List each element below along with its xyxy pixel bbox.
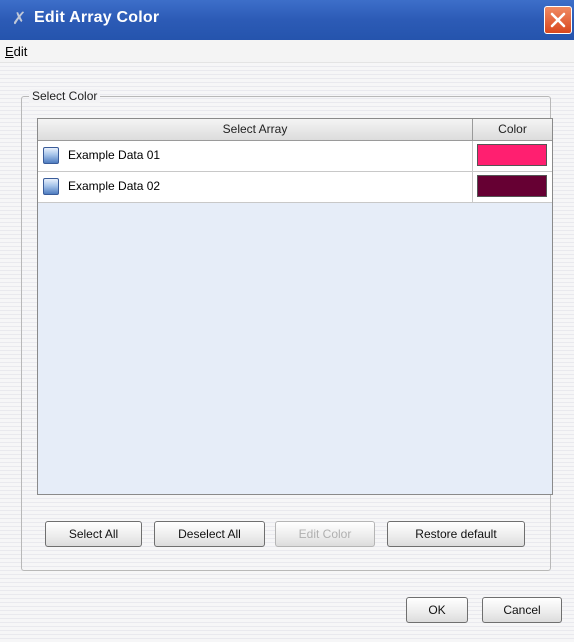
column-header-color[interactable]: Color — [473, 119, 552, 140]
array-cell[interactable]: Example Data 02 — [38, 172, 473, 202]
restore-default-button[interactable]: Restore default — [387, 521, 525, 547]
app-icon: ✗ — [12, 9, 27, 29]
array-table[interactable]: Select Array Color Example Data 01 Examp… — [37, 118, 553, 495]
array-label: Example Data 01 — [68, 148, 161, 162]
title-bar[interactable]: ✗ Edit Array Color — [0, 0, 574, 40]
cancel-button[interactable]: Cancel — [482, 597, 562, 623]
select-all-button[interactable]: Select All — [45, 521, 142, 547]
edit-array-color-window: ✗ Edit Array Color Edit Select Color Sel… — [0, 0, 574, 642]
table-row[interactable]: Example Data 02 — [38, 172, 552, 203]
array-icon — [43, 178, 59, 195]
table-row[interactable]: Example Data 01 — [38, 141, 552, 172]
dialog-content: Select Color Select Array Color Example … — [0, 63, 574, 642]
group-label: Select Color — [29, 89, 101, 103]
menu-edit-rest: dit — [13, 44, 28, 59]
color-cell[interactable] — [473, 141, 552, 171]
table-header: Select Array Color — [38, 119, 552, 141]
menu-bar: Edit — [0, 40, 574, 63]
edit-color-button[interactable]: Edit Color — [275, 521, 375, 547]
color-cell[interactable] — [473, 172, 552, 202]
menu-edit[interactable]: Edit — [5, 44, 27, 59]
color-swatch[interactable] — [477, 175, 547, 197]
array-icon — [43, 147, 59, 164]
array-cell[interactable]: Example Data 01 — [38, 141, 473, 171]
deselect-all-button[interactable]: Deselect All — [154, 521, 265, 547]
window-title: Edit Array Color — [34, 9, 160, 26]
column-header-select-array[interactable]: Select Array — [38, 119, 473, 140]
color-swatch[interactable] — [477, 144, 547, 166]
close-button[interactable] — [544, 6, 572, 34]
array-label: Example Data 02 — [68, 179, 161, 193]
close-icon — [550, 12, 566, 28]
menu-edit-mnemonic: E — [5, 44, 14, 59]
ok-button[interactable]: OK — [406, 597, 468, 623]
